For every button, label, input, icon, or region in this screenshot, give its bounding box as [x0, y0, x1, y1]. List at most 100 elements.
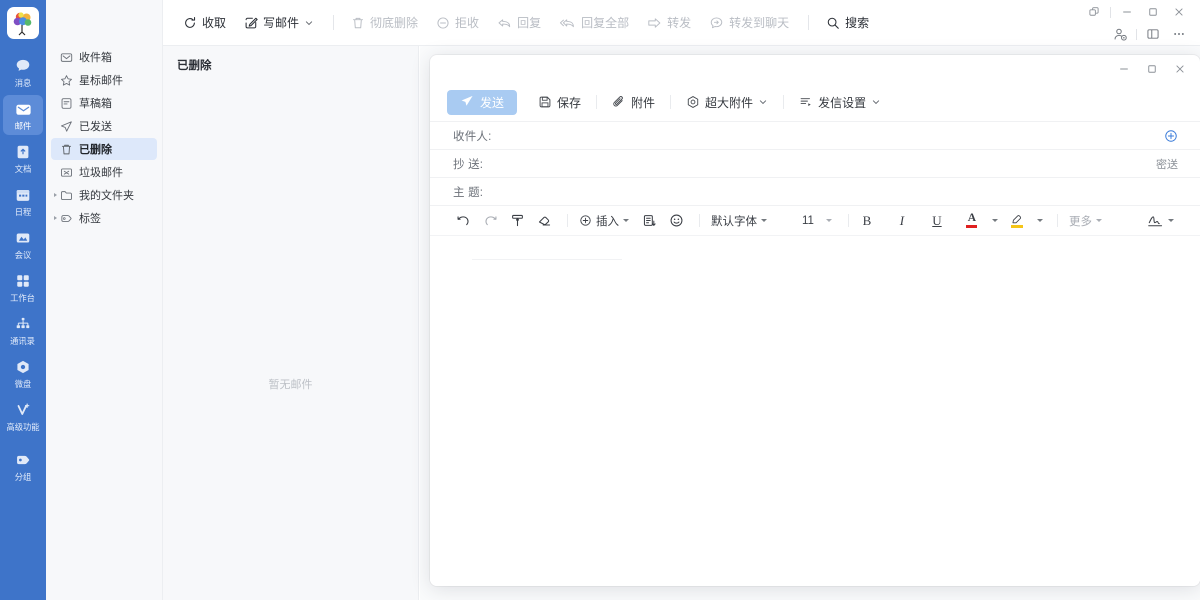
- bcc-toggle-link[interactable]: 密送: [1156, 156, 1178, 172]
- rail-item-messages[interactable]: 消息: [3, 52, 43, 92]
- large-attachment-button[interactable]: 超大附件: [679, 90, 775, 114]
- mail-body-editor[interactable]: [430, 236, 1200, 586]
- reply-button[interactable]: 回复: [489, 10, 549, 36]
- rail-label-advanced: 高级功能: [6, 422, 39, 432]
- compose-fields: 收件人: 抄 送: 密送 主 题:: [430, 121, 1200, 206]
- sidebar-item-myfolders[interactable]: 我的文件夹: [51, 184, 157, 206]
- sidebar-item-junk[interactable]: 垃圾邮件: [51, 161, 157, 183]
- paragraph-icon[interactable]: [638, 210, 660, 232]
- chevron-down-icon[interactable]: [1096, 219, 1102, 222]
- delete-forever-label: 彻底删除: [370, 14, 418, 31]
- more-options-icon[interactable]: [1166, 24, 1192, 44]
- send-button[interactable]: 发送: [447, 90, 517, 115]
- rich-text-toolbar: 插入 默认字体 11: [430, 206, 1200, 236]
- close-icon[interactable]: [1166, 2, 1192, 22]
- document-icon: [13, 142, 33, 162]
- sidebar-item-drafts[interactable]: 草稿箱: [51, 92, 157, 114]
- forward-button[interactable]: 转发: [639, 10, 699, 36]
- font-family-select[interactable]: 默认字体: [707, 210, 771, 232]
- chevron-right-icon[interactable]: [52, 215, 59, 222]
- compose-maximize-icon[interactable]: [1138, 58, 1166, 80]
- rail-item-groups[interactable]: 分组: [3, 446, 43, 486]
- rail-item-contacts[interactable]: 通讯录: [3, 310, 43, 350]
- highlight-button[interactable]: [1006, 210, 1028, 232]
- folder-sidebar: 收件箱 星标邮件 草稿箱 已发送 已删除: [46, 0, 163, 600]
- undo-icon[interactable]: [452, 210, 474, 232]
- italic-button[interactable]: I: [891, 210, 913, 232]
- window-restore-icon[interactable]: [1081, 2, 1107, 22]
- compose-titlebar[interactable]: [430, 55, 1200, 83]
- add-contact-icon[interactable]: [1164, 129, 1178, 143]
- rail-item-calendar[interactable]: 日程: [3, 181, 43, 221]
- org-contacts-icon: [13, 314, 33, 334]
- compose-minimize-icon[interactable]: [1110, 58, 1138, 80]
- more-format-button[interactable]: 更多: [1065, 210, 1106, 232]
- tag-group-icon: [13, 450, 33, 470]
- rail-label-docs: 文档: [15, 164, 32, 174]
- rail-label-workbench: 工作台: [11, 293, 36, 303]
- sidebar-label-starred: 星标邮件: [79, 72, 123, 88]
- account-settings-icon[interactable]: [1107, 24, 1133, 44]
- sidebar-item-sent[interactable]: 已发送: [51, 115, 157, 137]
- chevron-down-icon[interactable]: [623, 219, 629, 222]
- mail-list-pane: 已删除 暂无邮件: [163, 46, 419, 600]
- chevron-down-icon[interactable]: [758, 97, 768, 107]
- receive-label: 收取: [202, 14, 226, 31]
- emoji-icon[interactable]: [665, 210, 687, 232]
- bold-button[interactable]: B: [856, 210, 878, 232]
- font-color-button[interactable]: A: [961, 210, 983, 232]
- rail-item-clouddisk[interactable]: 微盘: [3, 353, 43, 393]
- delete-forever-button[interactable]: 彻底删除: [343, 10, 426, 36]
- send-label: 发送: [480, 94, 504, 111]
- rail-item-docs[interactable]: 文档: [3, 138, 43, 178]
- save-disk-icon: [538, 95, 552, 109]
- attachment-button[interactable]: 附件: [605, 90, 662, 114]
- sidebar-item-labels[interactable]: 标签: [51, 207, 157, 229]
- rail-item-mail[interactable]: 邮件: [3, 95, 43, 135]
- reject-button[interactable]: 拒收: [428, 10, 487, 36]
- chevron-down-icon[interactable]: [1168, 219, 1174, 222]
- user-avatar[interactable]: [7, 7, 39, 39]
- sidebar-item-starred[interactable]: 星标邮件: [51, 69, 157, 91]
- rail-item-workbench[interactable]: 工作台: [3, 267, 43, 307]
- receive-button[interactable]: 收取: [175, 10, 234, 36]
- signature-divider: [472, 259, 622, 260]
- sidebar-item-deleted[interactable]: 已删除: [51, 138, 157, 160]
- chevron-right-icon[interactable]: [52, 192, 59, 199]
- compose-dialog: 发送 保存 附件: [430, 55, 1200, 586]
- minimize-icon[interactable]: [1114, 2, 1140, 22]
- subject-label: 主 题:: [453, 184, 499, 200]
- redo-icon[interactable]: [479, 210, 501, 232]
- chevron-down-icon[interactable]: [826, 219, 832, 222]
- chevron-down-icon[interactable]: [992, 219, 998, 222]
- search-button[interactable]: 搜索: [818, 10, 877, 36]
- compose-close-icon[interactable]: [1166, 58, 1194, 80]
- compose-divider-1: [596, 95, 597, 109]
- send-settings-button[interactable]: 发信设置: [792, 90, 888, 114]
- compose-button[interactable]: 写邮件: [236, 10, 322, 36]
- format-painter-icon[interactable]: [506, 210, 528, 232]
- forward-to-chat-button[interactable]: 转发到聊天: [701, 10, 797, 36]
- save-button[interactable]: 保存: [531, 90, 588, 114]
- signature-icon[interactable]: [1144, 210, 1177, 232]
- maximize-icon[interactable]: [1140, 2, 1166, 22]
- trash-icon: [60, 143, 73, 156]
- sidebar-item-inbox[interactable]: 收件箱: [51, 46, 157, 68]
- chevron-down-icon[interactable]: [761, 219, 767, 222]
- rte-divider-3: [848, 214, 849, 227]
- reply-all-button[interactable]: 回复全部: [551, 10, 637, 36]
- panel-layout-icon[interactable]: [1140, 24, 1166, 44]
- chevron-down-icon[interactable]: [871, 97, 881, 107]
- insert-label: 插入: [596, 213, 619, 229]
- rail-item-advanced[interactable]: 高级功能: [3, 396, 43, 436]
- main-area: 收取 写邮件 彻底删除: [163, 0, 1200, 600]
- rail-item-meeting[interactable]: 会议: [3, 224, 43, 264]
- chevron-down-icon[interactable]: [304, 18, 314, 28]
- chevron-down-icon[interactable]: [1037, 219, 1043, 222]
- underline-button[interactable]: U: [926, 210, 948, 232]
- font-size-select[interactable]: 11: [798, 210, 836, 232]
- search-icon: [826, 16, 840, 30]
- reply-label: 回复: [517, 14, 541, 31]
- clear-format-icon[interactable]: [533, 210, 555, 232]
- insert-button[interactable]: 插入: [575, 210, 633, 232]
